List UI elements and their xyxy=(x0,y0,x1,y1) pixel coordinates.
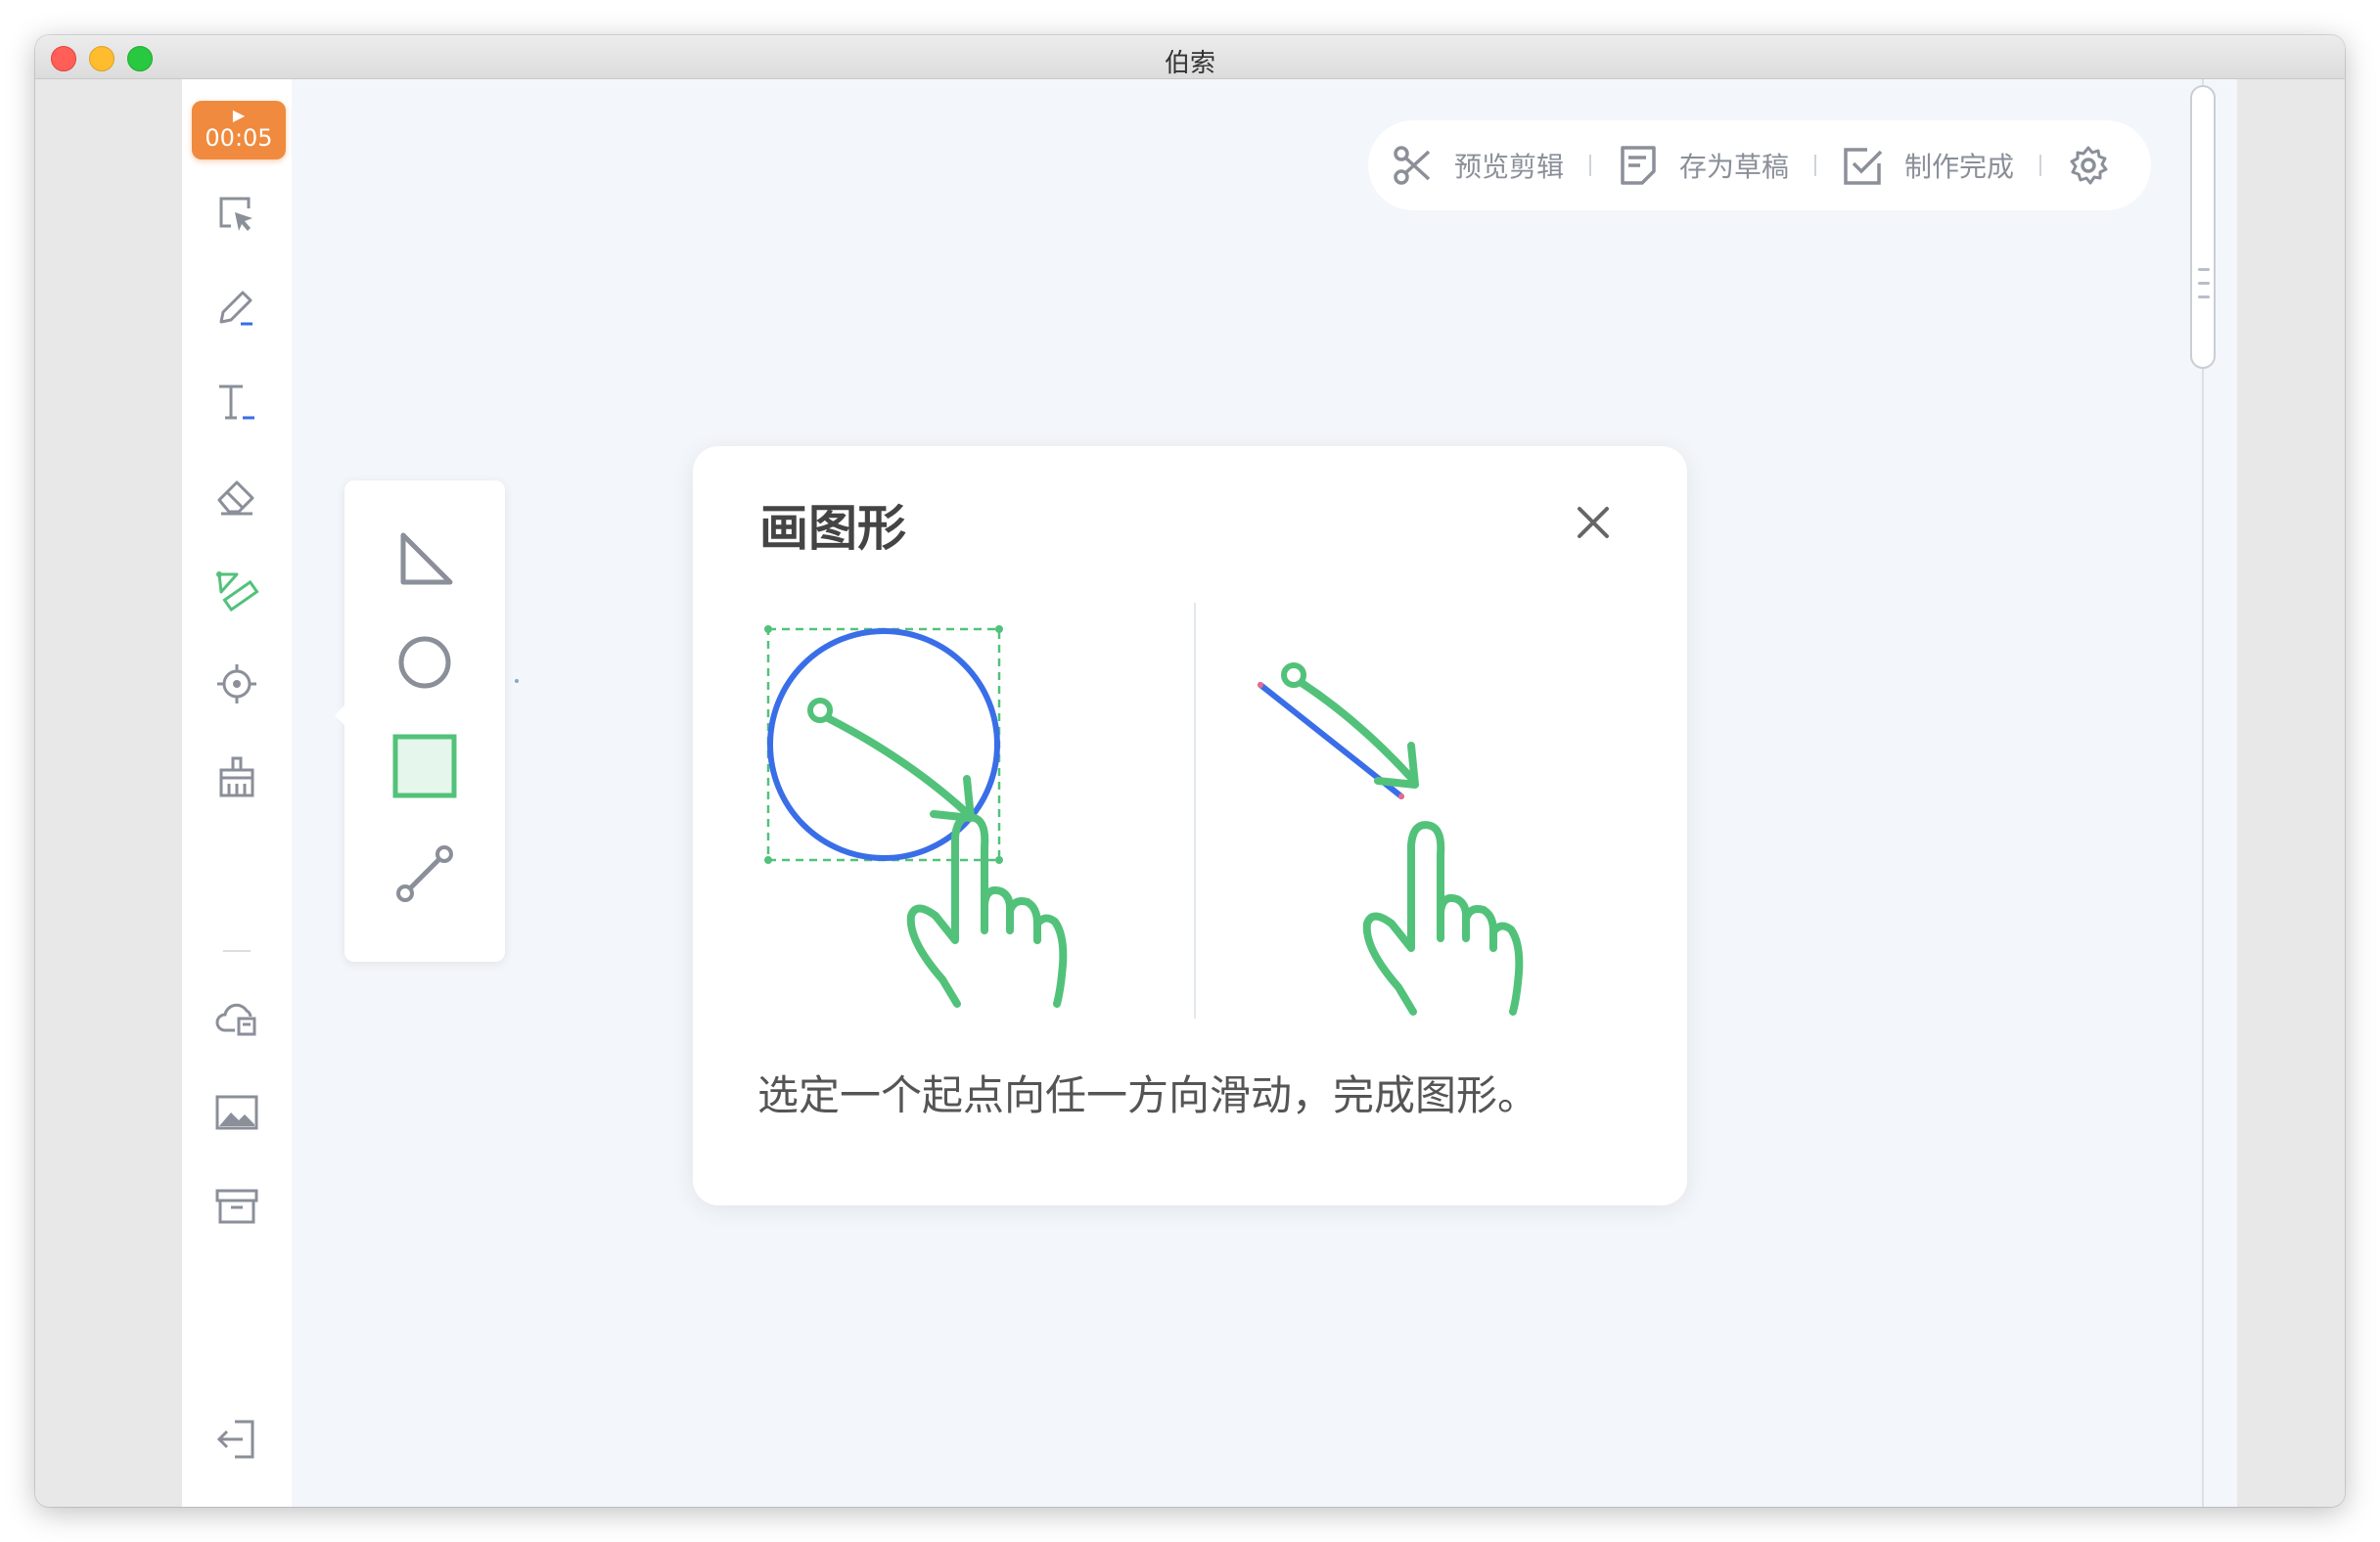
app-window: 伯索 ▶ 00:05 预览剪辑 存为草稿 制作完成 画图形 选定一个起点向任一方… xyxy=(35,35,2345,1507)
check-box-icon xyxy=(1844,148,1883,185)
toolbar-separator xyxy=(2039,155,2042,176)
eraser-icon xyxy=(217,480,254,516)
window-title: 伯索 xyxy=(1164,49,1215,78)
save-draft-label: 存为草稿 xyxy=(1679,151,1790,183)
text-tool[interactable] xyxy=(209,375,264,430)
courseware-box-icon xyxy=(215,1189,258,1224)
shape-tool[interactable] xyxy=(209,563,264,617)
shape-picker-popup xyxy=(335,480,505,962)
title-bar: 伯索 xyxy=(35,35,2345,79)
popup-arrow xyxy=(335,705,344,725)
cloud-file-tool[interactable] xyxy=(209,991,264,1046)
shape-ruler-icon xyxy=(216,571,259,612)
scrollbar-thumb[interactable] xyxy=(2190,85,2216,369)
pen-tool[interactable] xyxy=(209,281,264,336)
preview-edit-label: 预览剪辑 xyxy=(1454,151,1565,183)
laser-pointer-tool[interactable] xyxy=(209,657,264,711)
clear-tool[interactable] xyxy=(209,750,264,805)
sidebar-divider xyxy=(223,950,251,952)
dialog-title: 画图形 xyxy=(759,500,906,557)
finish-button[interactable]: 制作完成 xyxy=(1842,144,2014,187)
eraser-tool[interactable] xyxy=(209,469,264,523)
scissors-icon xyxy=(1394,146,1431,185)
circle-icon xyxy=(398,636,451,689)
line-icon xyxy=(396,845,453,902)
finish-label: 制作完成 xyxy=(1904,151,2015,183)
canvas-dot xyxy=(515,679,519,683)
content-area: ▶ 00:05 预览剪辑 存为草稿 制作完成 画图形 选定一个起点向任一方向滑动… xyxy=(35,79,2345,1507)
top-toolbar: 预览剪辑 存为草稿 制作完成 xyxy=(1368,120,2151,210)
toolbar-separator xyxy=(1589,155,1592,176)
cloud-file-icon xyxy=(215,1003,256,1036)
play-icon: ▶ xyxy=(232,106,246,124)
scroll-grip-line xyxy=(2198,295,2210,298)
rectangle-icon xyxy=(392,734,457,798)
settings-button[interactable] xyxy=(2067,144,2110,187)
draft-icon xyxy=(1621,146,1656,185)
image-icon xyxy=(215,1095,258,1130)
triangle-icon xyxy=(400,532,453,585)
clear-broom-icon xyxy=(219,756,254,797)
shape-triangle-option[interactable] xyxy=(389,523,460,594)
circle-gesture-illustration xyxy=(764,625,1068,1008)
recording-timer[interactable]: ▶ 00:05 xyxy=(192,101,286,159)
dialog-description: 选定一个起点向任一方向滑动，完成图形。 xyxy=(757,1071,1539,1119)
shape-line-option[interactable] xyxy=(389,839,460,909)
exit-icon xyxy=(216,1420,254,1459)
select-tool[interactable] xyxy=(209,187,264,242)
scroll-grip-line xyxy=(2198,282,2210,285)
line-gesture-illustration xyxy=(1258,662,1524,1016)
save-draft-button[interactable]: 存为草稿 xyxy=(1617,144,1789,187)
draw-shape-tutorial-dialog: 画图形 选定一个起点向任一方向滑动，完成图形。 xyxy=(693,446,1687,1205)
image-tool[interactable] xyxy=(209,1085,264,1140)
toolbar-separator xyxy=(1814,155,1817,176)
select-icon xyxy=(219,197,252,231)
dialog-close-button[interactable] xyxy=(1570,499,1617,546)
courseware-tool[interactable] xyxy=(209,1179,264,1234)
shape-rectangle-option[interactable] xyxy=(389,731,460,801)
laser-pointer-icon xyxy=(217,664,256,703)
preview-edit-button[interactable]: 预览剪辑 xyxy=(1392,144,1564,187)
left-sidebar: ▶ 00:05 xyxy=(182,79,292,1507)
text-icon xyxy=(219,385,254,420)
scroll-grip-line xyxy=(2198,268,2210,271)
exit-tool[interactable] xyxy=(209,1412,264,1467)
timer-value: 00:05 xyxy=(205,124,273,152)
illustration-divider xyxy=(1194,603,1196,1019)
close-icon xyxy=(1578,507,1609,538)
gear-icon xyxy=(2070,146,2108,185)
pen-icon xyxy=(219,291,252,326)
shape-circle-option[interactable] xyxy=(389,627,460,698)
